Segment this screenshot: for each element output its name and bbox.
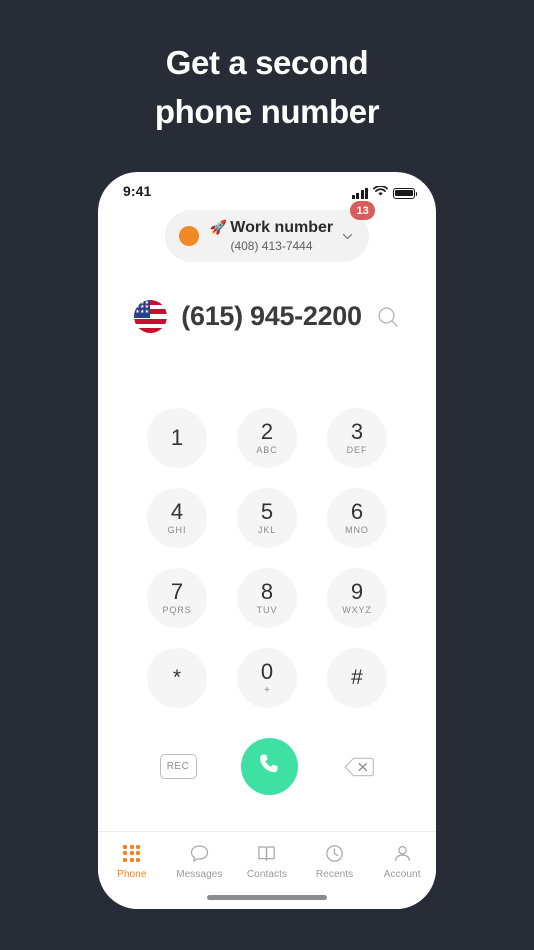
dialed-number[interactable]: (615) 945-2200 [181,301,362,332]
home-indicator[interactable] [207,895,327,900]
backspace-delete-icon[interactable] [342,755,375,779]
key-1[interactable]: 1 [147,408,207,468]
clock-icon [324,842,345,864]
key-2[interactable]: 2 ABC [237,408,297,468]
key-digit: 5 [260,499,274,524]
tab-label: Account [383,869,421,880]
number-selector-button[interactable]: 🚀 Work number (408) 413-7444 13 [164,201,376,262]
status-time: 9:41 [123,183,152,199]
key-letters: WXYZ [342,605,372,615]
key-star[interactable]: * [147,648,207,708]
tab-account[interactable]: Account [371,842,433,880]
key-digit: 4 [170,499,184,524]
tab-label: Messages [176,869,223,880]
key-pound[interactable]: # [327,648,387,708]
dial-display-row: ★★★★★★★★★★★★ (615) 945-2200 [98,300,436,333]
key-5[interactable]: 5 JKL [237,488,297,548]
headline-line-2: phone number [154,93,380,130]
phone-handset-icon [256,751,283,783]
search-icon[interactable] [376,305,400,329]
action-row: REC [98,738,436,795]
dial-grid-icon [123,842,141,864]
call-button[interactable] [240,738,298,795]
key-letters: GHI [167,525,187,535]
number-selector-title-row: 🚀 Work number [210,218,333,237]
number-selector-text: 🚀 Work number (408) 413-7444 [210,218,333,254]
status-bar: 9:41 [98,172,436,212]
wifi-icon [373,184,388,202]
tab-contacts[interactable]: Contacts [236,842,298,880]
key-letters: DEF [346,445,368,455]
headline-line-1: Get a second [165,44,369,81]
key-9[interactable]: 9 WXYZ [327,568,387,628]
key-letters: MNO [345,525,369,535]
key-digit: 0 [260,659,274,684]
rocket-icon: 🚀 [209,219,228,235]
key-3[interactable]: 3 DEF [327,408,387,468]
open-book-icon [256,842,277,864]
chat-bubble-icon [189,842,210,864]
flag-canton: ★★★★★★★★★★★★ [134,300,151,318]
us-flag-icon[interactable]: ★★★★★★★★★★★★ [134,300,168,333]
record-button[interactable]: REC [159,754,197,779]
number-selector-row: 🚀 Work number (408) 413-7444 13 [98,201,436,262]
status-icons [351,184,418,202]
battery-full-icon [393,187,418,199]
key-8[interactable]: 8 TUV [237,568,297,628]
key-digit: 6 [350,499,364,524]
key-digit: 9 [350,579,364,604]
key-letters: PQRS [162,605,192,615]
tab-label: Phone [117,869,147,880]
key-6[interactable]: 6 MNO [327,488,387,548]
status-badge: 13 [350,201,376,220]
key-4[interactable]: 4 GHI [147,488,207,548]
key-digit: * [172,666,182,689]
tab-phone[interactable]: Phone [101,842,163,880]
key-0[interactable]: 0 + [237,648,297,708]
key-letters: + [264,685,270,696]
key-digit: 1 [170,425,184,450]
key-7[interactable]: 7 PQRS [147,568,207,628]
key-letters: ABC [256,445,278,455]
key-digit: 2 [260,419,274,444]
key-digit: 7 [170,579,184,604]
number-selector-title: Work number [230,219,334,236]
key-letters: TUV [256,605,278,615]
dial-keypad: 1 2 ABC 3 DEF 4 GHI 5 JKL 6 MNO 7 PQRS 8 TUV 9W… [98,408,436,708]
chevron-down-icon[interactable] [342,231,353,242]
tab-label: Recents [315,869,354,880]
key-letters: JKL [257,525,277,535]
tab-messages[interactable]: Messages [168,842,230,880]
key-digit: 3 [350,419,364,444]
key-digit: # [351,666,363,689]
promo-headline: Get a second phone number [0,38,534,136]
tab-recents[interactable]: Recents [304,842,366,880]
line-color-dot [178,226,199,246]
cellular-signal-icon [351,187,368,199]
key-digit: 8 [260,579,274,604]
person-icon [392,842,413,864]
tab-label: Contacts [246,869,288,880]
number-selector-subtitle: (408) 413-7444 [230,239,313,253]
phone-mockup: 9:41 🚀 Work number (408) 413-7444 13 ★★★… [98,172,436,909]
